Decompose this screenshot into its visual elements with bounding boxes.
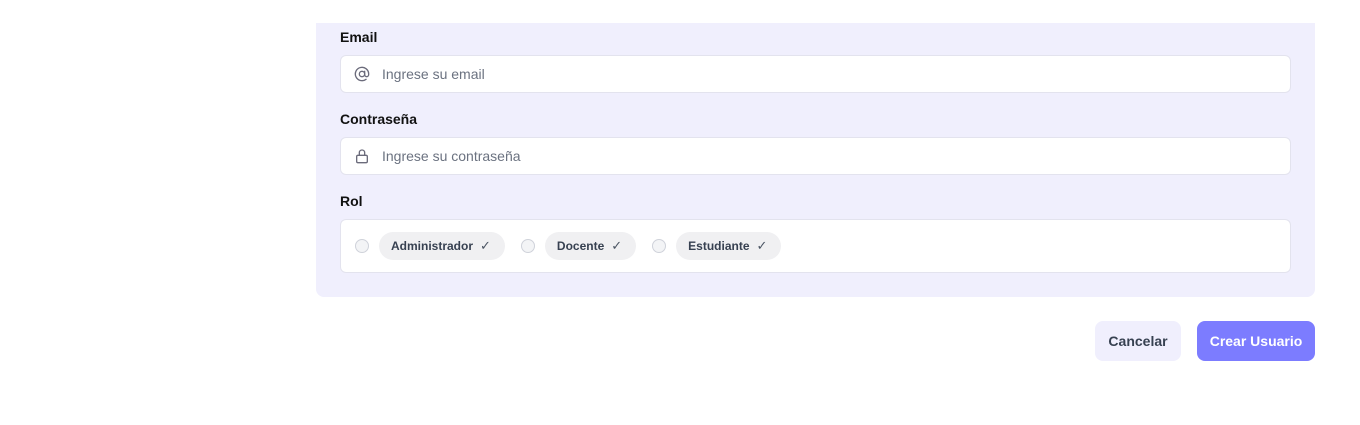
role-option-docente[interactable]: Docente ✓ <box>520 232 637 260</box>
role-chip-administrador[interactable]: Administrador ✓ <box>379 232 505 260</box>
role-options: Administrador ✓ Docente ✓ Estudiante ✓ <box>340 219 1291 273</box>
role-chip-docente[interactable]: Docente ✓ <box>544 232 637 260</box>
at-sign-icon <box>354 66 370 82</box>
role-chip-label: Estudiante <box>688 239 750 253</box>
role-chip-estudiante[interactable]: Estudiante ✓ <box>676 232 782 260</box>
check-icon: ✓ <box>480 238 491 253</box>
role-chip-label: Docente <box>556 239 605 253</box>
role-label: Rol <box>340 193 363 209</box>
role-radio-estudiante[interactable] <box>652 239 667 253</box>
lock-icon <box>354 148 370 164</box>
email-input[interactable] <box>382 56 1290 92</box>
role-option-estudiante[interactable]: Estudiante ✓ <box>652 232 782 260</box>
user-form-panel: Email Contraseña Rol Administrador ✓ <box>316 23 1315 297</box>
role-chip-label: Administrador <box>391 239 474 253</box>
role-option-administrador[interactable]: Administrador ✓ <box>355 232 505 260</box>
password-label: Contraseña <box>340 111 418 127</box>
check-icon: ✓ <box>756 238 768 253</box>
cancel-button[interactable]: Cancelar <box>1095 321 1181 361</box>
email-label: Email <box>340 29 378 45</box>
password-input-wrapper[interactable] <box>340 137 1291 175</box>
check-icon: ✓ <box>611 238 623 253</box>
create-user-button[interactable]: Crear Usuario <box>1197 321 1315 361</box>
role-radio-docente[interactable] <box>520 239 535 253</box>
role-radio-administrador[interactable] <box>355 239 369 253</box>
email-input-wrapper[interactable] <box>340 55 1291 93</box>
password-input[interactable] <box>382 138 1290 174</box>
